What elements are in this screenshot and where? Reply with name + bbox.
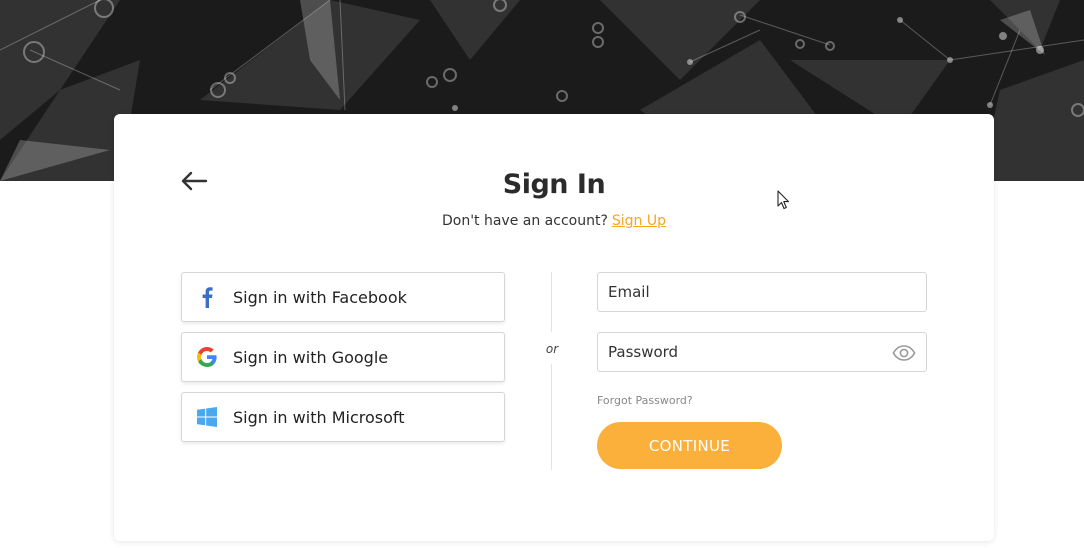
facebook-icon (196, 286, 218, 308)
mouse-cursor-icon (777, 190, 790, 210)
eye-icon (892, 345, 916, 361)
signup-prompt-text: Don't have an account? (441, 213, 608, 229)
email-field-container (597, 272, 927, 312)
microsoft-button-label: Sign in with Microsoft (233, 407, 405, 427)
sign-up-link[interactable]: Sign Up (612, 213, 666, 229)
sign-in-microsoft-button[interactable]: Sign in with Microsoft (181, 392, 505, 442)
divider-or-text: or (545, 342, 559, 356)
email-field[interactable] (598, 273, 926, 311)
page-title: Sign In (502, 169, 606, 200)
google-button-label: Sign in with Google (233, 347, 389, 367)
password-field-container (597, 332, 927, 372)
facebook-button-label: Sign in with Facebook (233, 287, 407, 307)
microsoft-icon (196, 406, 218, 428)
sign-in-facebook-button[interactable]: Sign in with Facebook (181, 272, 505, 322)
google-icon (196, 346, 218, 368)
sign-in-card: Sign In Don't have an account? Sign Up Si… (114, 114, 994, 541)
divider-line (551, 364, 552, 470)
divider-line (551, 272, 552, 332)
password-field[interactable] (598, 333, 926, 371)
show-password-toggle[interactable] (892, 343, 916, 363)
forgot-password-link[interactable]: Forgot Password? (597, 394, 693, 407)
continue-button[interactable]: CONTINUE (597, 422, 782, 469)
sign-in-google-button[interactable]: Sign in with Google (181, 332, 505, 382)
signup-prompt: Don't have an account? Sign Up (114, 213, 994, 229)
